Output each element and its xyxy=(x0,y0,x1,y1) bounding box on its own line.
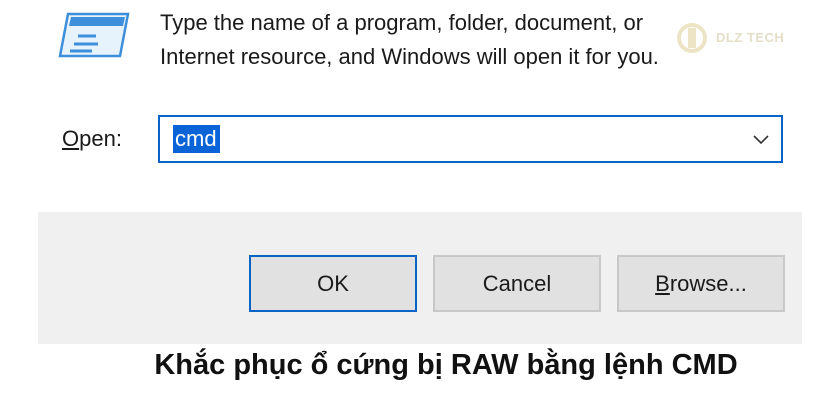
cancel-button[interactable]: Cancel xyxy=(433,255,601,312)
command-input-value[interactable]: cmd xyxy=(173,125,220,153)
run-icon xyxy=(58,12,130,58)
open-label: Open: xyxy=(62,126,122,152)
browse-mnemonic: B xyxy=(655,271,670,296)
watermark-logo-icon xyxy=(677,23,707,53)
browse-button[interactable]: Browse... xyxy=(617,255,785,312)
watermark: DLZ TECH xyxy=(672,22,796,54)
open-label-rest: pen: xyxy=(79,126,122,151)
chevron-down-icon[interactable] xyxy=(751,129,771,149)
screenshot-stage: Type the name of a program, folder, docu… xyxy=(0,0,840,400)
ok-button[interactable]: OK xyxy=(249,255,417,312)
watermark-text: DLZ TECH xyxy=(716,30,785,45)
open-label-mnemonic: O xyxy=(62,126,80,151)
description-line-1: Type the name of a program, folder, docu… xyxy=(160,10,644,35)
open-command-combobox[interactable]: cmd xyxy=(158,115,783,163)
dialog-description: Type the name of a program, folder, docu… xyxy=(160,6,760,74)
article-caption: Khắc phục ổ cứng bị RAW bằng lệnh CMD xyxy=(154,349,738,381)
browse-label-rest: rowse... xyxy=(669,271,747,296)
description-line-2: Internet resource, and Windows will open… xyxy=(160,44,659,69)
